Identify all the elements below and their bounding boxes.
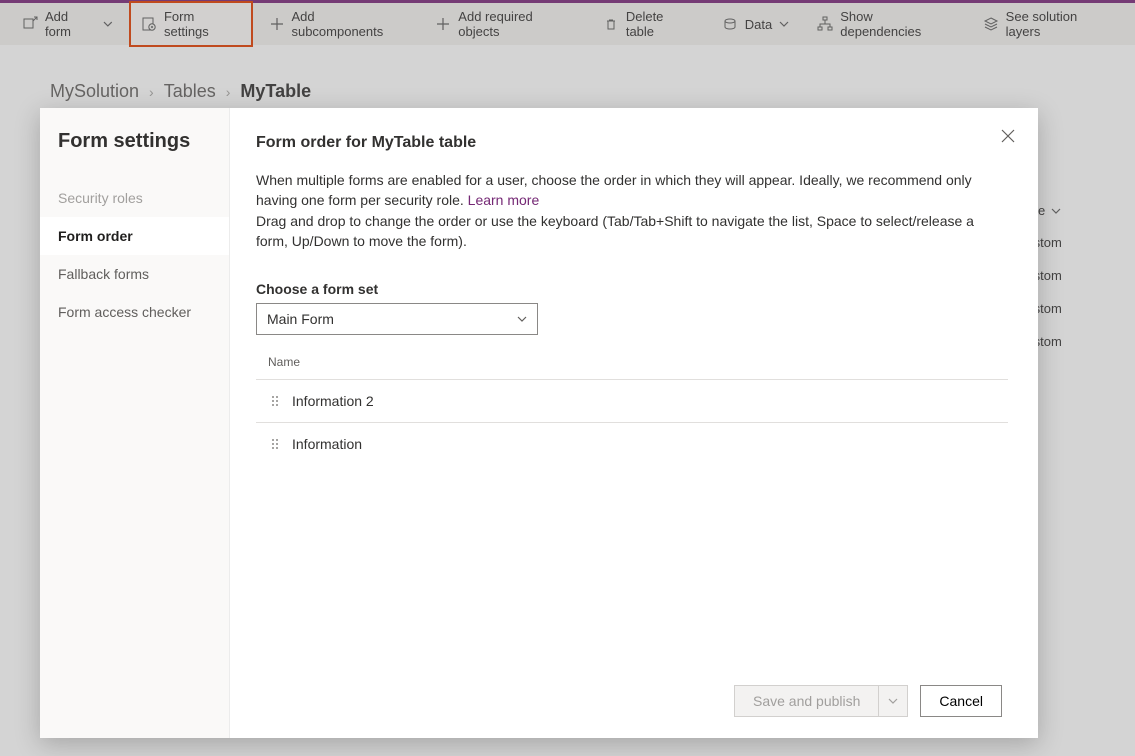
dialog-footer: Save and publish Cancel bbox=[256, 674, 1008, 738]
nav-form-order[interactable]: Form order bbox=[40, 217, 229, 255]
chevron-down-icon bbox=[517, 314, 527, 324]
nav-security-roles[interactable]: Security roles bbox=[40, 179, 229, 217]
formset-label: Choose a form set bbox=[256, 281, 1008, 297]
dialog-left-nav: Form settings Security roles Form order … bbox=[40, 108, 230, 738]
save-caret bbox=[878, 686, 907, 716]
list-column-header: Name bbox=[256, 335, 1008, 379]
save-and-publish-button: Save and publish bbox=[734, 685, 908, 717]
form-settings-dialog: Form settings Security roles Form order … bbox=[40, 108, 1038, 738]
dialog-content: Form order for MyTable table When multip… bbox=[230, 108, 1038, 738]
formset-value: Main Form bbox=[267, 311, 334, 327]
chevron-down-icon bbox=[888, 696, 898, 706]
drag-handle-icon[interactable] bbox=[270, 437, 280, 451]
form-order-row[interactable]: Information 2 bbox=[256, 379, 1008, 422]
panel-heading: Form order for MyTable table bbox=[256, 134, 1008, 152]
formset-select[interactable]: Main Form bbox=[256, 303, 538, 335]
cancel-button[interactable]: Cancel bbox=[920, 685, 1002, 717]
form-order-row[interactable]: Information bbox=[256, 422, 1008, 465]
close-button[interactable] bbox=[1000, 128, 1016, 147]
dialog-title: Form settings bbox=[40, 130, 229, 179]
form-row-name: Information bbox=[292, 436, 362, 452]
nav-fallback-forms[interactable]: Fallback forms bbox=[40, 255, 229, 293]
close-icon bbox=[1000, 128, 1016, 144]
panel-description: When multiple forms are enabled for a us… bbox=[256, 170, 976, 251]
nav-access-checker[interactable]: Form access checker bbox=[40, 293, 229, 331]
form-row-name: Information 2 bbox=[292, 393, 374, 409]
save-label: Save and publish bbox=[735, 693, 878, 709]
drag-handle-icon[interactable] bbox=[270, 394, 280, 408]
learn-more-link[interactable]: Learn more bbox=[468, 192, 540, 208]
